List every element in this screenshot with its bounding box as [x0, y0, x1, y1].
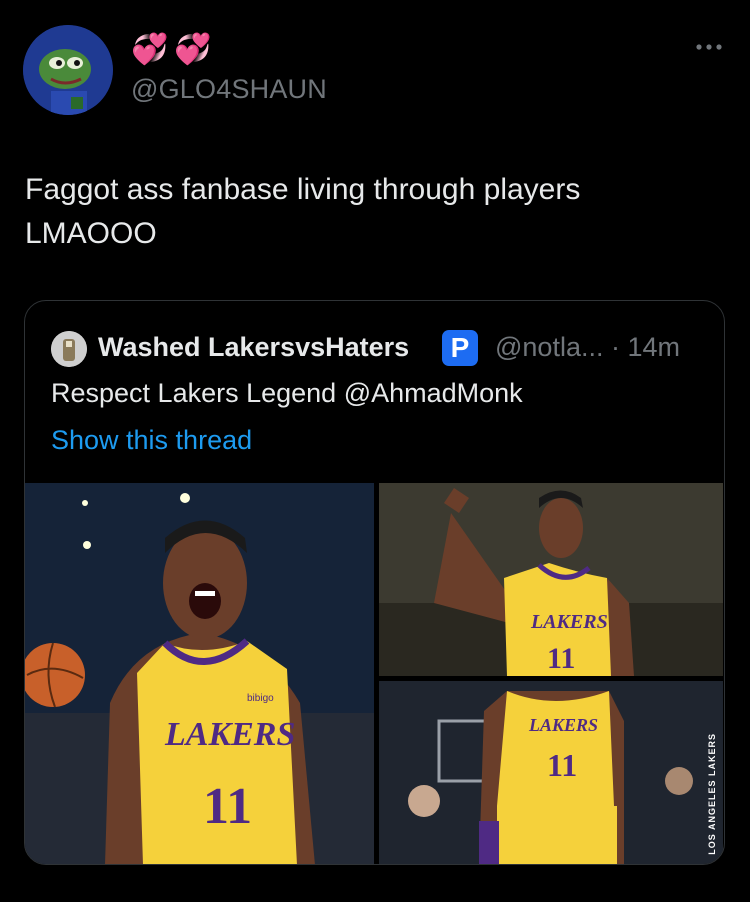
main-jersey-team: LAKERS [164, 716, 295, 753]
quoted-tweet-text: Respect Lakers Legend @AhmadMonk [51, 378, 523, 408]
quoted-tweet-card[interactable]: Washed LakersvsHaters P @notla... · 14m … [24, 300, 725, 865]
revolving-hearts-icon: 💞 [131, 33, 169, 66]
media-image-bottom-right[interactable]: LAKERS 11 LOS ANGELES LAKERS [379, 681, 723, 864]
quoted-author-badge: P [442, 330, 478, 366]
media-image-top-right[interactable]: LAKERS 11 [379, 483, 723, 676]
pepe-avatar-icon [23, 25, 113, 115]
quoted-author-avatar[interactable] [51, 331, 87, 367]
br-jersey-number: 11 [547, 747, 577, 783]
media-image-main[interactable]: LAKERS 11 bibigo [25, 483, 374, 864]
tr-jersey-number: 11 [547, 642, 575, 675]
author-handle[interactable]: @GLO4SHAUN [131, 74, 327, 105]
vertical-caption: LOS ANGELES LAKERS [707, 733, 717, 855]
author-avatar[interactable] [23, 25, 113, 115]
more-options-icon[interactable] [696, 38, 722, 50]
tweet-text: Faggot ass fanbase living through player… [25, 173, 581, 250]
main-jersey-number: 11 [203, 778, 252, 835]
user-avatar-icon [51, 331, 87, 367]
show-thread-link[interactable]: Show this thread [51, 425, 252, 456]
br-jersey-team: LAKERS [528, 715, 598, 735]
quoted-handle-time[interactable]: @notla... · 14m [495, 332, 680, 363]
display-name-emojis: 💞 💞 [131, 32, 212, 67]
media-grid: LAKERS 11 bibigo LAKERS 11 LAKERS 11 LOS… [25, 483, 723, 864]
revolving-hearts-icon: 💞 [174, 33, 212, 66]
quoted-author-name[interactable]: Washed LakersvsHaters [98, 332, 409, 363]
tr-jersey-team: LAKERS [530, 611, 608, 633]
main-sponsor: bibigo [247, 693, 274, 704]
